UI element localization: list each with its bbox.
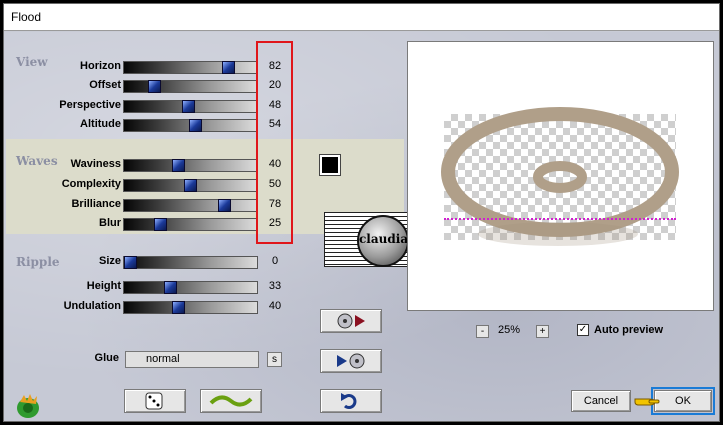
altitude-slider[interactable] — [123, 119, 258, 132]
undo-button[interactable] — [320, 389, 382, 413]
undulation-value[interactable]: 40 — [260, 300, 290, 312]
reset-wave-button[interactable] — [200, 389, 262, 413]
blur-slider[interactable] — [123, 218, 258, 231]
values-highlight-box — [256, 41, 293, 244]
filter-logo-icon — [17, 394, 39, 418]
disc-preview-graphic — [441, 107, 679, 246]
pointing-hand — [633, 390, 661, 417]
undulation-slider-thumb[interactable] — [172, 301, 185, 314]
offset-slider-thumb[interactable] — [148, 80, 161, 93]
height-slider[interactable] — [123, 281, 258, 294]
title-bar: Flood — [4, 4, 719, 31]
size-slider-thumb[interactable] — [124, 256, 137, 269]
height-slider-thumb[interactable] — [164, 281, 177, 294]
blur-slider-thumb[interactable] — [154, 218, 167, 231]
zoom-out-button[interactable]: - — [476, 325, 489, 338]
dialog-body: View Waves Ripple Horizon 82 Offset 20 Persp… — [4, 32, 719, 421]
preview-pane[interactable] — [407, 41, 714, 311]
brilliance-label: Brilliance — [71, 198, 121, 210]
watermark-circle: claudia — [357, 215, 409, 267]
randomize-button[interactable] — [124, 389, 186, 413]
perspective-slider[interactable] — [123, 100, 258, 113]
complexity-slider[interactable] — [123, 179, 258, 192]
horizon-slider[interactable] — [123, 61, 258, 74]
offset-label: Offset — [89, 79, 121, 91]
ok-button[interactable]: OK — [651, 387, 715, 415]
auto-preview-checkbox[interactable]: ✓ — [577, 324, 589, 336]
brilliance-slider[interactable] — [123, 199, 258, 212]
glue-select[interactable]: normal — [125, 351, 259, 368]
wave-color-swatch[interactable] — [319, 154, 341, 176]
dice-icon — [145, 392, 163, 410]
horizon-slider-thumb[interactable] — [222, 61, 235, 74]
undo-icon — [341, 393, 357, 409]
load-preset-icon — [337, 313, 365, 329]
undulation-label: Undulation — [63, 300, 121, 312]
auto-preview-label: Auto preview — [594, 324, 664, 336]
height-label: Height — [86, 280, 121, 292]
blur-label: Blur — [99, 217, 121, 229]
save-preset-icon — [337, 353, 365, 369]
perspective-slider-thumb[interactable] — [182, 100, 195, 113]
save-preset-button[interactable] — [320, 349, 382, 373]
undulation-slider[interactable] — [123, 301, 258, 314]
watermark-text: claudia — [359, 232, 409, 246]
altitude-label: Altitude — [80, 118, 121, 130]
offset-slider[interactable] — [123, 80, 258, 93]
pointing-hand-icon — [634, 398, 660, 406]
height-value[interactable]: 33 — [260, 280, 290, 292]
horizon-label: Horizon — [80, 60, 121, 72]
glue-options-button[interactable]: s — [267, 352, 282, 367]
glue-label: Glue — [94, 352, 119, 364]
brilliance-slider-thumb[interactable] — [218, 199, 231, 212]
window-title: Flood — [11, 10, 42, 24]
wave-icon — [209, 395, 253, 407]
flood-dialog: Flood View Waves Ripple Horizon 82 Offset 2… — [3, 3, 720, 422]
size-slider[interactable] — [123, 256, 258, 269]
cancel-button[interactable]: Cancel — [571, 390, 631, 412]
load-preset-button[interactable] — [320, 309, 382, 333]
size-value[interactable]: 0 — [260, 255, 290, 267]
complexity-slider-thumb[interactable] — [184, 179, 197, 192]
altitude-slider-thumb[interactable] — [189, 119, 202, 132]
size-label: Size — [98, 255, 121, 267]
horizon-line[interactable] — [444, 218, 676, 220]
complexity-label: Complexity — [61, 178, 121, 190]
perspective-label: Perspective — [59, 99, 121, 111]
filter-logo — [14, 392, 42, 421]
waviness-label: Waviness — [70, 158, 121, 170]
waviness-slider-thumb[interactable] — [172, 159, 185, 172]
zoom-level: 25% — [498, 324, 521, 336]
zoom-in-button[interactable]: + — [536, 325, 549, 338]
waviness-slider[interactable] — [123, 159, 258, 172]
